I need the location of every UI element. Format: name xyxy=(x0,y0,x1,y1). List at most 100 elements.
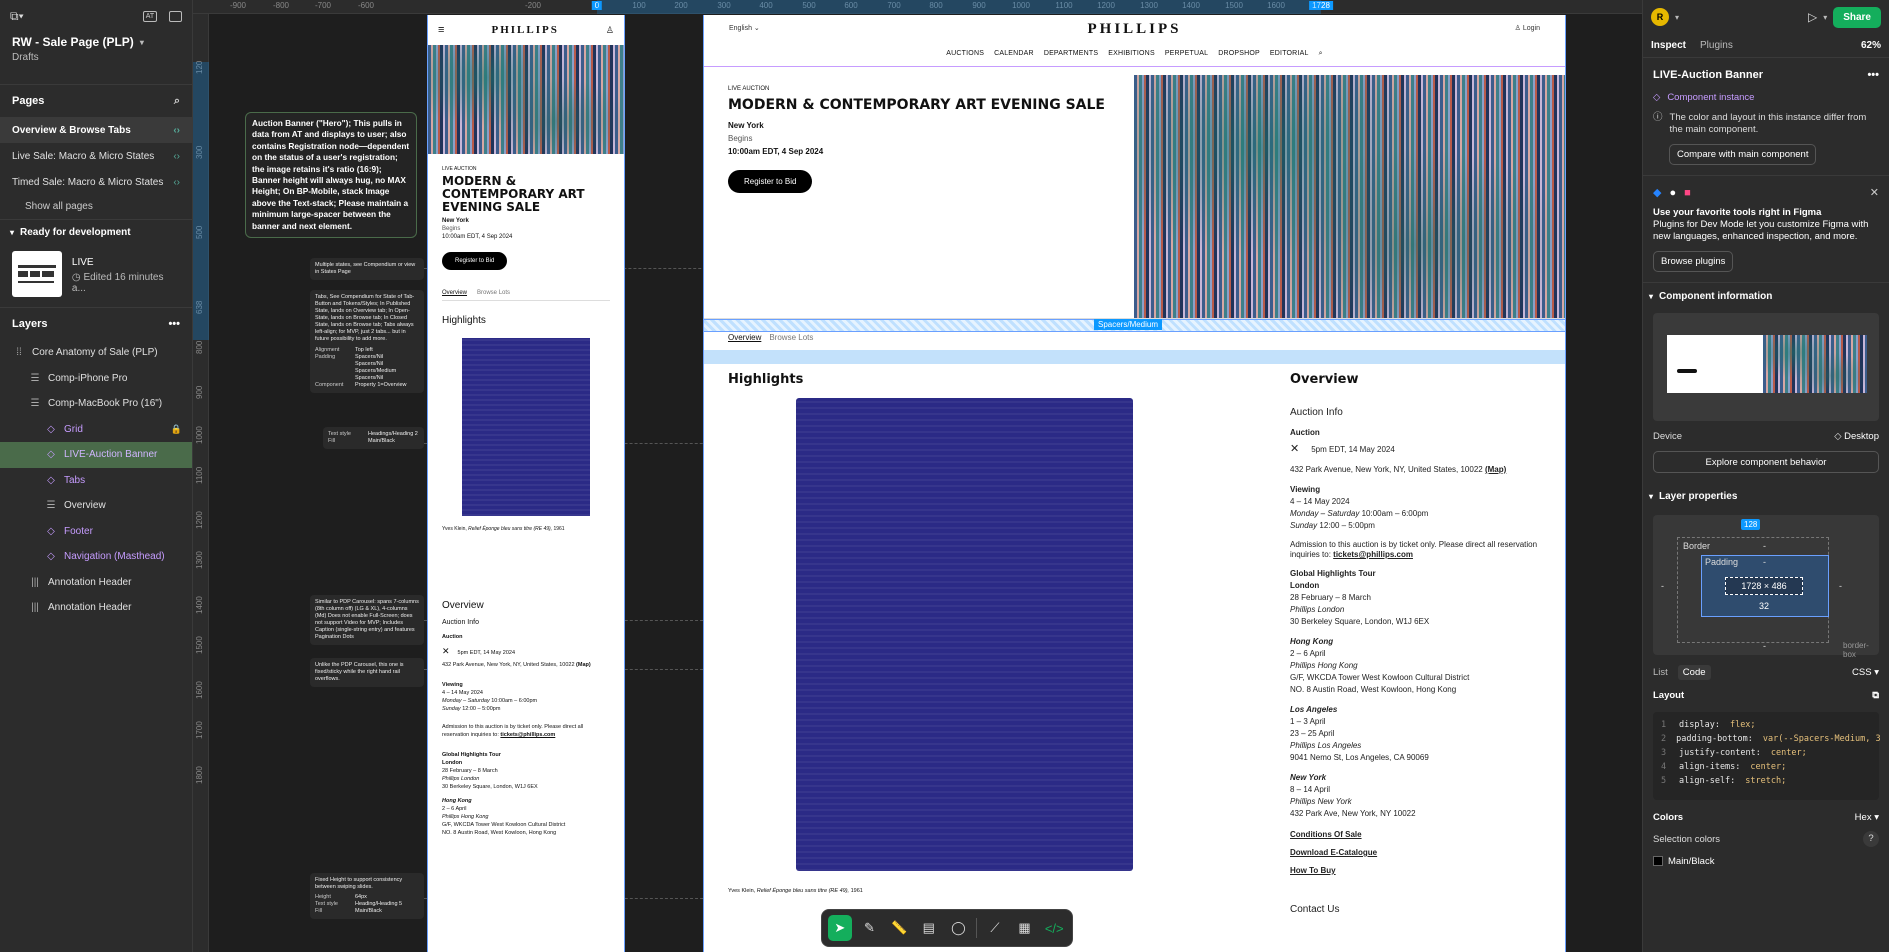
dev-mode-icon[interactable]: </> xyxy=(1042,915,1066,941)
conditions-link[interactable]: Conditions Of Sale xyxy=(1290,826,1550,844)
tab-overview[interactable]: Overview xyxy=(728,333,761,342)
search-icon[interactable]: ⌕ xyxy=(174,95,180,108)
share-button[interactable]: Share xyxy=(1833,6,1881,28)
annotate-tool-icon[interactable]: ▤ xyxy=(917,915,941,941)
artwork-image[interactable] xyxy=(796,398,1133,871)
tab-plugins[interactable]: Plugins xyxy=(1700,40,1733,51)
help-button[interactable]: ? xyxy=(1863,831,1879,847)
chevron-down-icon[interactable]: ▾ xyxy=(1823,13,1827,22)
close-icon[interactable]: ✕ xyxy=(1870,186,1879,199)
annotation-tabs[interactable]: Tabs, See Compendium for State of Tab-Bu… xyxy=(310,290,424,393)
annotation-fixed[interactable]: Fixed Height to support consistency betw… xyxy=(310,873,424,919)
layer-row[interactable]: ⁞⁞ Core Anatomy of Sale (PLP) xyxy=(0,340,192,366)
layer-row[interactable]: ☰ Comp-MacBook Pro (16") xyxy=(0,391,192,417)
mobile-register-button[interactable]: Register to Bid xyxy=(442,252,508,270)
compare-button[interactable]: Compare with main component xyxy=(1669,144,1817,165)
more-icon[interactable]: ••• xyxy=(1867,69,1879,81)
annotation-sticky[interactable]: Unlike the PDP Carousel, this one is fix… xyxy=(310,658,424,687)
annotation-carousel[interactable]: Similar to PDP Carousel: spans 7-columns… xyxy=(310,595,424,645)
measure-icon[interactable]: ⟋ xyxy=(983,915,1007,941)
code-toggle[interactable]: Code xyxy=(1677,665,1711,680)
nav-item[interactable]: CALENDAR xyxy=(994,50,1034,57)
copy-icon[interactable]: ⧉ xyxy=(1872,690,1879,701)
tab-browse-lots[interactable]: Browse Lots xyxy=(769,333,813,342)
panel-toggle-icon[interactable] xyxy=(169,10,182,22)
email-link[interactable]: tickets@phillips.com xyxy=(1333,550,1413,559)
show-all-pages[interactable]: Show all pages xyxy=(0,195,192,219)
file-title[interactable]: RW - Sale Page (PLP) ▾ xyxy=(0,32,192,52)
desktop-logo[interactable]: PHILLIPS xyxy=(704,21,1565,38)
page-item[interactable]: Overview & Browse Tabs ‹› xyxy=(0,117,192,143)
ready-for-dev-header[interactable]: ▾ Ready for development xyxy=(0,219,192,245)
menu-icon[interactable]: ≡ xyxy=(438,24,444,36)
mobile-email-link[interactable]: tickets@phillips.com xyxy=(500,732,555,738)
layer-row[interactable]: ◇ Footer xyxy=(0,519,192,545)
component-info-header[interactable]: ▾ Component information xyxy=(1643,283,1889,309)
nav-item[interactable]: EDITORIAL xyxy=(1270,50,1309,57)
property-key xyxy=(315,361,351,368)
nav-item[interactable]: DROPSHOP xyxy=(1218,50,1260,57)
ruler-tool-icon[interactable]: 📏 xyxy=(887,915,911,941)
ready-card[interactable]: LIVE ◷ Edited 16 minutes a... xyxy=(0,245,192,307)
tab-browse-lots[interactable]: Browse Lots xyxy=(477,290,510,296)
layer-row[interactable]: ◇ Grid 🔒 xyxy=(0,417,192,443)
layer-properties-header[interactable]: ▾ Layer properties xyxy=(1643,483,1889,509)
how-to-buy-link[interactable]: How To Buy xyxy=(1290,862,1550,880)
property-key: Component xyxy=(315,382,344,388)
lock-icon[interactable]: 🔒 xyxy=(171,424,182,435)
browse-plugins-button[interactable]: Browse plugins xyxy=(1653,251,1734,272)
mobile-artwork-image[interactable] xyxy=(462,338,590,516)
layer-row[interactable]: ||| Annotation Header xyxy=(0,595,192,621)
page-item[interactable]: Timed Sale: Macro & Micro States ‹› xyxy=(0,169,192,195)
avatar[interactable]: R xyxy=(1651,8,1669,26)
ai-icon[interactable]: AT xyxy=(143,10,157,22)
comment-tool-icon[interactable]: ◯ xyxy=(947,915,971,941)
annotation-style[interactable]: Text style Headings/Heading 2 Fill Main/Bla… xyxy=(323,427,424,449)
selected-layer-name: LIVE-Auction Banner xyxy=(1653,69,1764,81)
layer-row[interactable]: ☰ Overview xyxy=(0,493,192,519)
layer-row[interactable]: ◇ Tabs xyxy=(0,468,192,494)
more-icon[interactable]: ••• xyxy=(168,318,180,330)
user-icon[interactable]: ♙ xyxy=(606,25,614,36)
page-item[interactable]: Live Sale: Macro & Micro States ‹› xyxy=(0,143,192,169)
nav-item[interactable]: DEPARTMENTS xyxy=(1044,50,1098,57)
grid-icon[interactable]: ▦ xyxy=(1013,915,1037,941)
chevron-down-icon[interactable]: ▾ xyxy=(1675,13,1679,22)
layer-row[interactable]: ☰ Comp-iPhone Pro xyxy=(0,366,192,392)
tab-overview[interactable]: Overview xyxy=(442,290,467,296)
color-main-black[interactable]: Main/Black xyxy=(1668,856,1714,867)
layer-row[interactable]: ◇ LIVE-Auction Banner xyxy=(0,442,192,468)
canvas[interactable]: Auction Banner ("Hero"); This pulls in d… xyxy=(210,15,1642,952)
desktop-frame[interactable]: English ⌄ ♙ Login PHILLIPS AUCTIONS CALEN… xyxy=(703,15,1566,952)
nav-item[interactable]: PERPETUAL xyxy=(1165,50,1208,57)
move-tool-icon[interactable]: ➤ xyxy=(828,915,852,941)
color-format-select[interactable]: Hex ▾ xyxy=(1855,812,1879,823)
css-code-block[interactable]: 1 display: flex; 2 padding-bottom: var(--Spac… xyxy=(1653,712,1881,800)
figma-menu-icon[interactable]: ⧉▾ xyxy=(10,9,24,24)
annotation-icon: ||| xyxy=(31,576,39,588)
layer-row[interactable]: ||| Annotation Header xyxy=(0,570,192,596)
explore-component-button[interactable]: Explore component behavior xyxy=(1653,451,1879,473)
register-button[interactable]: Register to Bid xyxy=(728,170,813,193)
nav-item[interactable]: AUCTIONS xyxy=(946,50,984,57)
catalogue-link[interactable]: Download E-Catalogue xyxy=(1290,844,1550,862)
annotation-banner[interactable]: Auction Banner ("Hero"); This pulls in d… xyxy=(245,112,417,239)
zoom-level[interactable]: 62% xyxy=(1861,40,1881,51)
mobile-frame[interactable]: ≡ PHILLIPS ♙ LIVE AUCTION MODERN & CONTE… xyxy=(427,15,625,952)
play-icon[interactable]: ▷ xyxy=(1808,10,1817,24)
layer-row[interactable]: ◇ Navigation (Masthead) xyxy=(0,544,192,570)
language-select[interactable]: CSS ▾ xyxy=(1852,667,1879,678)
component-instance-label[interactable]: Component instance xyxy=(1667,92,1754,104)
device-value[interactable]: Desktop xyxy=(1844,431,1879,442)
ruler-tick: 1500 xyxy=(195,636,204,654)
pen-tool-icon[interactable]: ✎ xyxy=(858,915,882,941)
list-toggle[interactable]: List xyxy=(1653,667,1668,678)
annotation-states[interactable]: Multiple states, see Compendium or view … xyxy=(310,258,424,280)
map-link[interactable]: (Map) xyxy=(1485,465,1506,474)
line-number: 1 xyxy=(1661,720,1667,730)
search-icon[interactable]: ⌕ xyxy=(1319,50,1323,58)
language-value: CSS xyxy=(1852,667,1872,678)
tab-inspect[interactable]: Inspect xyxy=(1651,40,1686,51)
mobile-map-link[interactable]: (Map) xyxy=(576,662,591,668)
nav-item[interactable]: EXHIBITIONS xyxy=(1108,50,1155,57)
